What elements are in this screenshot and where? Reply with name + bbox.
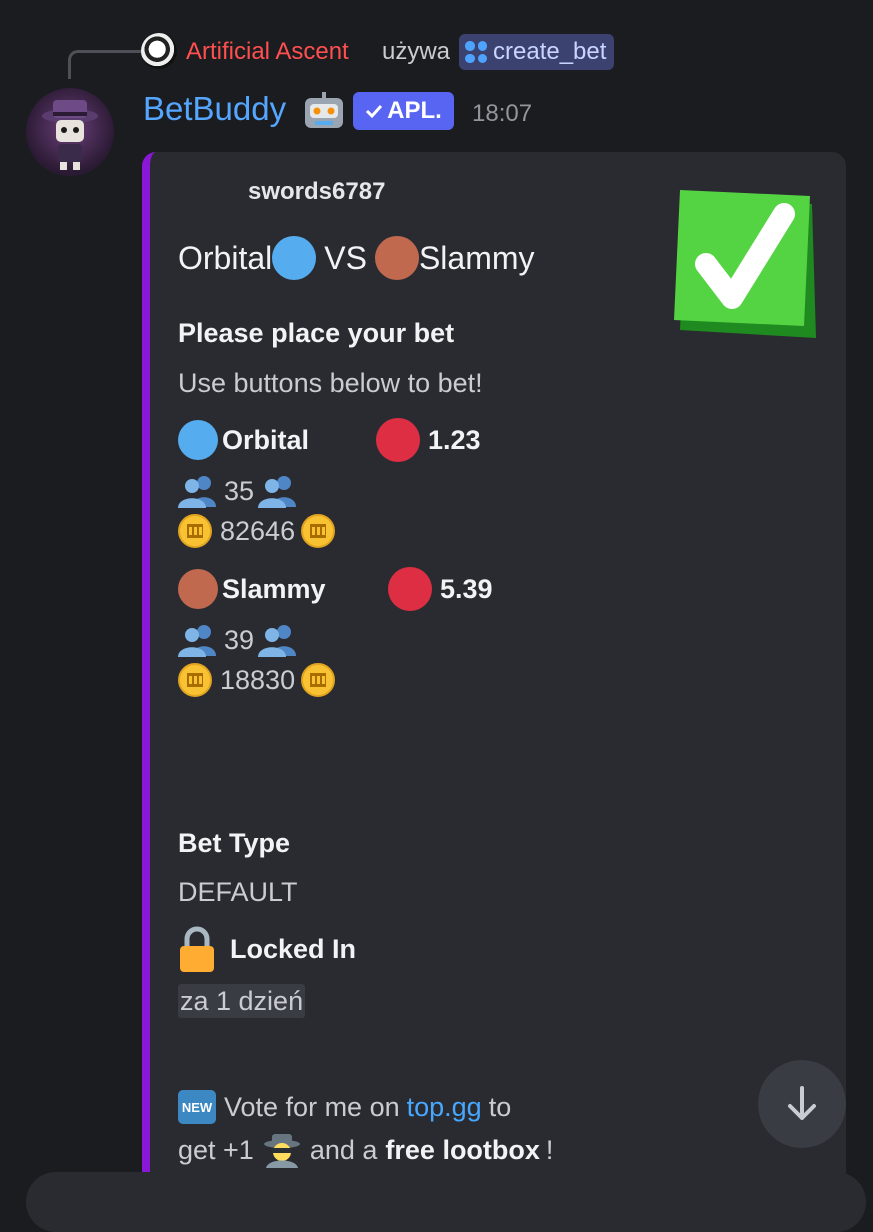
command-icon bbox=[465, 41, 487, 63]
people-icon bbox=[258, 476, 297, 508]
message-input-bar[interactable] bbox=[26, 1172, 866, 1232]
team-players: 35 bbox=[178, 474, 297, 508]
coin-total: 18830 bbox=[220, 664, 296, 695]
team-name: Slammy bbox=[222, 573, 326, 604]
reply-verb: używa bbox=[382, 38, 451, 65]
bet-type-label: Bet Type bbox=[178, 828, 291, 858]
bet-embed: swords6787 Orbital VS Slammy Please plac… bbox=[142, 152, 846, 1192]
bet-type-value: DEFAULT bbox=[178, 877, 298, 907]
title-vs: VS bbox=[324, 239, 367, 276]
brown-circle-icon bbox=[178, 569, 218, 609]
team-row: Orbital 1.23 bbox=[178, 418, 481, 462]
new-badge-icon: NEW bbox=[178, 1090, 216, 1124]
team-row: Slammy 5.39 bbox=[178, 567, 493, 611]
app-badge: APL. bbox=[353, 92, 454, 130]
team-players: 39 bbox=[178, 623, 297, 657]
reply-connector bbox=[68, 50, 143, 79]
vote-text: and a bbox=[309, 1134, 378, 1165]
team-coins: 18830 bbox=[178, 663, 336, 697]
team-odds: 1.23 bbox=[428, 424, 481, 455]
embed-author: swords6787 bbox=[248, 178, 386, 205]
coin-total: 82646 bbox=[220, 515, 296, 546]
prompt-heading: Please place your bet bbox=[178, 318, 455, 348]
scroll-to-bottom-button[interactable] bbox=[758, 1060, 846, 1148]
red-circle-icon bbox=[376, 418, 420, 462]
vote-text: ! bbox=[545, 1134, 554, 1165]
vote-text: Vote for me on bbox=[224, 1091, 400, 1122]
player-count: 39 bbox=[224, 624, 255, 655]
vote-text: get +1 bbox=[178, 1134, 254, 1165]
relative-time[interactable]: za 1 dzień bbox=[178, 984, 306, 1018]
locked-in-value: za 1 dzień bbox=[178, 984, 306, 1018]
people-icon bbox=[178, 476, 216, 508]
message-timestamp[interactable]: 18:07 bbox=[472, 100, 532, 128]
embed-title: Orbital VS Slammy bbox=[178, 236, 535, 280]
locked-in-field: Locked In bbox=[178, 926, 356, 972]
team-name: Orbital bbox=[222, 424, 310, 455]
robot-icon bbox=[303, 92, 345, 132]
red-circle-icon bbox=[388, 567, 432, 611]
coin-icon bbox=[178, 663, 212, 697]
vote-line-1: NEW Vote for me on top.gg to bbox=[178, 1090, 511, 1124]
coin-icon bbox=[178, 514, 212, 548]
coin-icon bbox=[301, 663, 336, 697]
command-name: create_bet bbox=[493, 38, 607, 65]
title-team-b: Slammy bbox=[418, 239, 535, 276]
arrow-down-icon bbox=[788, 1086, 816, 1120]
team-odds: 5.39 bbox=[440, 573, 493, 604]
blue-circle-icon bbox=[178, 420, 218, 460]
vote-line-2: get +1 and a free lootbox ! bbox=[178, 1132, 553, 1168]
check-icon bbox=[366, 104, 383, 119]
check-mark-icon bbox=[672, 186, 820, 342]
bot-avatar[interactable] bbox=[26, 88, 114, 176]
vote-text: to bbox=[488, 1091, 512, 1122]
reply-user-avatar[interactable] bbox=[141, 33, 177, 69]
prompt-text: Use buttons below to bet! bbox=[178, 368, 483, 398]
coin-icon bbox=[301, 514, 336, 548]
player-count: 35 bbox=[224, 475, 255, 506]
spy-icon bbox=[263, 1134, 300, 1168]
brown-circle-icon bbox=[374, 236, 419, 280]
reply-username[interactable]: Artificial Ascent bbox=[186, 38, 349, 66]
team-coins: 82646 bbox=[178, 514, 336, 548]
topgg-link[interactable]: top.gg bbox=[407, 1092, 482, 1123]
locked-in-label: Locked In bbox=[230, 933, 357, 964]
message-author[interactable]: BetBuddy bbox=[143, 90, 286, 128]
blue-circle-icon bbox=[272, 236, 317, 280]
people-icon bbox=[178, 625, 216, 657]
lock-icon bbox=[180, 926, 214, 972]
command-mention[interactable]: create_bet bbox=[459, 34, 615, 70]
vote-bold: free lootbox bbox=[385, 1134, 540, 1165]
app-badge-label: APL. bbox=[387, 97, 442, 124]
title-team-a: Orbital bbox=[178, 239, 273, 276]
people-icon bbox=[258, 625, 297, 657]
